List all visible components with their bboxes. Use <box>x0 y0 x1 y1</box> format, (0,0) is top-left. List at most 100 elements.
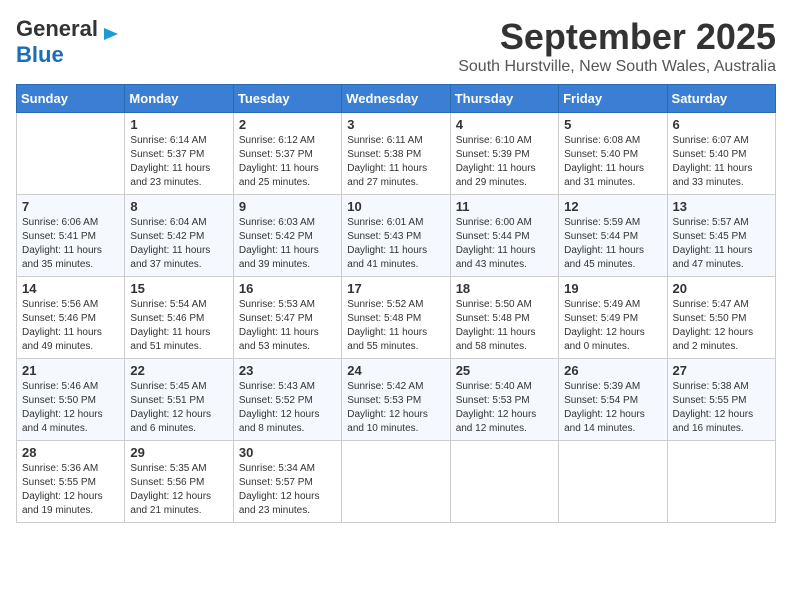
cell-content: Sunrise: 5:59 AM Sunset: 5:44 PM Dayligh… <box>564 216 661 272</box>
cell-content: Sunrise: 6:04 AM Sunset: 5:42 PM Dayligh… <box>130 216 227 272</box>
day-number: 13 <box>673 199 770 214</box>
day-number: 21 <box>22 363 119 378</box>
cell-content: Sunrise: 6:12 AM Sunset: 5:37 PM Dayligh… <box>239 134 336 190</box>
cell-content: Sunrise: 5:40 AM Sunset: 5:53 PM Dayligh… <box>456 380 553 436</box>
cell-content: Sunrise: 5:43 AM Sunset: 5:52 PM Dayligh… <box>239 380 336 436</box>
calendar-cell: 19Sunrise: 5:49 AM Sunset: 5:49 PM Dayli… <box>559 277 667 359</box>
calendar-cell <box>17 113 125 195</box>
cell-content: Sunrise: 6:08 AM Sunset: 5:40 PM Dayligh… <box>564 134 661 190</box>
cell-content: Sunrise: 6:07 AM Sunset: 5:40 PM Dayligh… <box>673 134 770 190</box>
cell-content: Sunrise: 5:34 AM Sunset: 5:57 PM Dayligh… <box>239 462 336 518</box>
calendar-cell: 8 Sunrise: 6:04 AM Sunset: 5:42 PM Daylig… <box>125 195 233 277</box>
day-number: 27 <box>673 363 770 378</box>
cell-content: Sunrise: 6:00 AM Sunset: 5:44 PM Dayligh… <box>456 216 553 272</box>
cell-content: Sunrise: 5:42 AM Sunset: 5:53 PM Dayligh… <box>347 380 444 436</box>
weekday-header-sunday: Sunday <box>17 85 125 113</box>
day-number: 22 <box>130 363 227 378</box>
day-number: 26 <box>564 363 661 378</box>
day-number: 4 <box>456 117 553 132</box>
calendar-cell: 18 Sunrise: 5:50 AM Sunset: 5:48 PM Dayli… <box>450 277 558 359</box>
weekday-header-wednesday: Wednesday <box>342 85 450 113</box>
calendar-cell: 11 Sunrise: 6:00 AM Sunset: 5:44 PM Dayli… <box>450 195 558 277</box>
calendar-cell: 28 Sunrise: 5:36 AM Sunset: 5:55 PM Dayli… <box>17 441 125 523</box>
week-row-3: 14 Sunrise: 5:56 AM Sunset: 5:46 PM Dayli… <box>17 277 776 359</box>
day-number: 25 <box>456 363 553 378</box>
calendar-cell: 9 Sunrise: 6:03 AM Sunset: 5:42 PM Daylig… <box>233 195 341 277</box>
calendar-table: SundayMondayTuesdayWednesdayThursdayFrid… <box>16 84 776 523</box>
calendar-cell <box>559 441 667 523</box>
calendar-cell: 26 Sunrise: 5:39 AM Sunset: 5:54 PM Dayli… <box>559 359 667 441</box>
day-number: 16 <box>239 281 336 296</box>
calendar-cell: 14 Sunrise: 5:56 AM Sunset: 5:46 PM Dayli… <box>17 277 125 359</box>
weekday-header-row: SundayMondayTuesdayWednesdayThursdayFrid… <box>17 85 776 113</box>
calendar-cell <box>342 441 450 523</box>
logo: General Blue <box>16 16 120 68</box>
calendar-cell: 6Sunrise: 6:07 AM Sunset: 5:40 PM Daylig… <box>667 113 775 195</box>
cell-content: Sunrise: 5:57 AM Sunset: 5:45 PM Dayligh… <box>673 216 770 272</box>
cell-content: Sunrise: 5:39 AM Sunset: 5:54 PM Dayligh… <box>564 380 661 436</box>
day-number: 24 <box>347 363 444 378</box>
calendar-cell: 27 Sunrise: 5:38 AM Sunset: 5:55 PM Dayli… <box>667 359 775 441</box>
weekday-header-thursday: Thursday <box>450 85 558 113</box>
cell-content: Sunrise: 6:01 AM Sunset: 5:43 PM Dayligh… <box>347 216 444 272</box>
weekday-header-saturday: Saturday <box>667 85 775 113</box>
logo-arrow-icon <box>102 25 120 48</box>
day-number: 5 <box>564 117 661 132</box>
calendar-cell: 7 Sunrise: 6:06 AM Sunset: 5:41 PM Daylig… <box>17 195 125 277</box>
cell-content: Sunrise: 5:36 AM Sunset: 5:55 PM Dayligh… <box>22 462 119 518</box>
weekday-header-tuesday: Tuesday <box>233 85 341 113</box>
weekday-header-monday: Monday <box>125 85 233 113</box>
logo-text: General Blue <box>16 16 98 68</box>
calendar-cell <box>667 441 775 523</box>
calendar-cell: 12Sunrise: 5:59 AM Sunset: 5:44 PM Dayli… <box>559 195 667 277</box>
cell-content: Sunrise: 5:52 AM Sunset: 5:48 PM Dayligh… <box>347 298 444 354</box>
calendar-cell <box>450 441 558 523</box>
calendar-cell: 13 Sunrise: 5:57 AM Sunset: 5:45 PM Dayli… <box>667 195 775 277</box>
week-row-4: 21Sunrise: 5:46 AM Sunset: 5:50 PM Dayli… <box>17 359 776 441</box>
week-row-2: 7 Sunrise: 6:06 AM Sunset: 5:41 PM Daylig… <box>17 195 776 277</box>
cell-content: Sunrise: 5:56 AM Sunset: 5:46 PM Dayligh… <box>22 298 119 354</box>
day-number: 30 <box>239 445 336 460</box>
day-number: 15 <box>130 281 227 296</box>
calendar-cell: 23Sunrise: 5:43 AM Sunset: 5:52 PM Dayli… <box>233 359 341 441</box>
calendar-cell: 30 Sunrise: 5:34 AM Sunset: 5:57 PM Dayli… <box>233 441 341 523</box>
day-number: 9 <box>239 199 336 214</box>
day-number: 8 <box>130 199 227 214</box>
day-number: 10 <box>347 199 444 214</box>
day-number: 1 <box>130 117 227 132</box>
month-title: September 2025 <box>458 16 776 58</box>
cell-content: Sunrise: 5:54 AM Sunset: 5:46 PM Dayligh… <box>130 298 227 354</box>
location-title: South Hurstville, New South Wales, Austr… <box>458 58 776 76</box>
page-header: General Blue September 2025 South Hurstv… <box>16 16 776 76</box>
day-number: 20 <box>673 281 770 296</box>
cell-content: Sunrise: 6:03 AM Sunset: 5:42 PM Dayligh… <box>239 216 336 272</box>
day-number: 2 <box>239 117 336 132</box>
day-number: 7 <box>22 199 119 214</box>
calendar-cell: 1 Sunrise: 6:14 AM Sunset: 5:37 PM Daylig… <box>125 113 233 195</box>
calendar-cell: 3Sunrise: 6:11 AM Sunset: 5:38 PM Daylig… <box>342 113 450 195</box>
day-number: 29 <box>130 445 227 460</box>
cell-content: Sunrise: 5:50 AM Sunset: 5:48 PM Dayligh… <box>456 298 553 354</box>
title-area: September 2025 South Hurstville, New Sou… <box>458 16 776 76</box>
cell-content: Sunrise: 6:14 AM Sunset: 5:37 PM Dayligh… <box>130 134 227 190</box>
cell-content: Sunrise: 6:10 AM Sunset: 5:39 PM Dayligh… <box>456 134 553 190</box>
week-row-1: 1 Sunrise: 6:14 AM Sunset: 5:37 PM Daylig… <box>17 113 776 195</box>
cell-content: Sunrise: 5:38 AM Sunset: 5:55 PM Dayligh… <box>673 380 770 436</box>
calendar-cell: 24 Sunrise: 5:42 AM Sunset: 5:53 PM Dayli… <box>342 359 450 441</box>
cell-content: Sunrise: 6:11 AM Sunset: 5:38 PM Dayligh… <box>347 134 444 190</box>
day-number: 11 <box>456 199 553 214</box>
week-row-5: 28 Sunrise: 5:36 AM Sunset: 5:55 PM Dayli… <box>17 441 776 523</box>
calendar-cell: 25 Sunrise: 5:40 AM Sunset: 5:53 PM Dayli… <box>450 359 558 441</box>
calendar-cell: 15 Sunrise: 5:54 AM Sunset: 5:46 PM Dayli… <box>125 277 233 359</box>
weekday-header-friday: Friday <box>559 85 667 113</box>
calendar-cell: 22Sunrise: 5:45 AM Sunset: 5:51 PM Dayli… <box>125 359 233 441</box>
cell-content: Sunrise: 6:06 AM Sunset: 5:41 PM Dayligh… <box>22 216 119 272</box>
calendar-cell: 10 Sunrise: 6:01 AM Sunset: 5:43 PM Dayli… <box>342 195 450 277</box>
cell-content: Sunrise: 5:53 AM Sunset: 5:47 PM Dayligh… <box>239 298 336 354</box>
day-number: 28 <box>22 445 119 460</box>
calendar-cell: 16 Sunrise: 5:53 AM Sunset: 5:47 PM Dayli… <box>233 277 341 359</box>
day-number: 14 <box>22 281 119 296</box>
calendar-cell: 4 Sunrise: 6:10 AM Sunset: 5:39 PM Daylig… <box>450 113 558 195</box>
day-number: 18 <box>456 281 553 296</box>
cell-content: Sunrise: 5:49 AM Sunset: 5:49 PM Dayligh… <box>564 298 661 354</box>
